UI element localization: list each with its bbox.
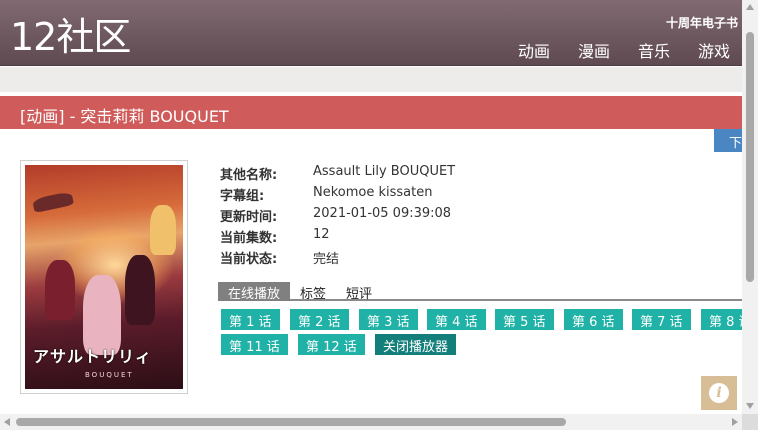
poster-jp-subtitle: BOUQUET — [85, 371, 134, 379]
scroll-right-arrow-icon[interactable] — [732, 418, 738, 426]
anime-poster: アサルトリリィ BOUQUET — [20, 160, 188, 394]
info-row-updated: 更新时间: 2021-01-05 09:39:08 — [220, 206, 455, 227]
tab-online-play[interactable]: 在线播放 — [218, 282, 291, 302]
horizontal-scrollbar[interactable] — [0, 414, 742, 430]
nav-item-games[interactable]: 游戏 — [698, 38, 730, 62]
poster-figure-5 — [31, 190, 75, 214]
scroll-up-arrow-icon[interactable] — [746, 4, 754, 10]
poster-figure-3 — [125, 255, 155, 325]
episode-button-8[interactable]: 第 8 话 — [701, 309, 742, 330]
site-header: 12社区 十周年电子书 动画 漫画 音乐 游戏 — [0, 0, 742, 66]
poster-jp-title: アサルトリリィ — [33, 347, 153, 366]
poster-image: アサルトリリィ BOUQUET — [25, 165, 183, 389]
main-nav: 动画 漫画 音乐 游戏 — [518, 38, 730, 62]
info-label: 当前集数: — [220, 231, 278, 246]
info-row-status: 当前状态: 完结 — [220, 248, 455, 269]
episode-button-11[interactable]: 第 11 话 — [221, 334, 288, 355]
info-value: 2021-01-05 09:39:08 — [313, 206, 452, 221]
scrollbar-corner — [742, 414, 758, 430]
nav-item-music[interactable]: 音乐 — [638, 38, 670, 62]
tab-reviews[interactable]: 短评 — [336, 282, 382, 302]
info-row-episode-count: 当前集数: 12 — [220, 227, 455, 248]
scroll-down-arrow-icon[interactable] — [746, 403, 754, 409]
info-label: 字幕组: — [220, 189, 265, 204]
scroll-left-arrow-icon[interactable] — [4, 418, 10, 426]
info-value: Assault Lily BOUQUET — [313, 164, 456, 179]
tab-tags[interactable]: 标签 — [290, 282, 336, 302]
episode-button-6[interactable]: 第 6 话 — [564, 309, 623, 330]
episode-button-4[interactable]: 第 4 话 — [427, 309, 486, 330]
page-title-bar: [动画] - 突击莉莉 BOUQUET — [0, 96, 742, 129]
info-icon: i — [709, 383, 729, 403]
info-label: 更新时间: — [220, 210, 278, 225]
vertical-scroll-thumb[interactable] — [746, 32, 754, 282]
episode-button-3[interactable]: 第 3 话 — [359, 309, 418, 330]
site-logo[interactable]: 12社区 — [10, 14, 131, 60]
episode-button-5[interactable]: 第 5 话 — [495, 309, 554, 330]
vertical-scrollbar[interactable] — [742, 0, 758, 414]
info-row-subgroup: 字幕组: Nekomoe kissaten — [220, 185, 455, 206]
info-row-alt-name: 其他名称: Assault Lily BOUQUET — [220, 164, 455, 185]
episode-button-12[interactable]: 第 12 话 — [298, 334, 365, 355]
poster-figure-4 — [150, 205, 176, 255]
anime-info: 其他名称: Assault Lily BOUQUET 字幕组: Nekomoe … — [220, 164, 455, 269]
poster-figure-1 — [45, 260, 75, 320]
info-value: 12 — [313, 227, 330, 242]
horizontal-scroll-thumb[interactable] — [16, 418, 566, 426]
info-value: Nekomoe kissaten — [313, 185, 433, 200]
info-label: 当前状态: — [220, 252, 278, 267]
sub-header-band — [0, 67, 742, 92]
nav-item-manga[interactable]: 漫画 — [578, 38, 610, 62]
anniversary-ebook-link[interactable]: 十周年电子书 — [666, 14, 738, 31]
episode-button-2[interactable]: 第 2 话 — [290, 309, 349, 330]
close-player-button[interactable]: 关闭播放器 — [375, 334, 457, 355]
info-label: 其他名称: — [220, 168, 278, 183]
episode-button-7[interactable]: 第 7 话 — [632, 309, 691, 330]
download-tab[interactable]: 下 — [714, 129, 742, 152]
page-viewport: 12社区 十周年电子书 动画 漫画 音乐 游戏 [动画] - 突击莉莉 BOUQ… — [0, 0, 742, 414]
episode-button-1[interactable]: 第 1 话 — [221, 309, 280, 330]
detail-tabs: 在线播放 标签 短评 — [218, 282, 742, 302]
nav-item-anime[interactable]: 动画 — [518, 38, 550, 62]
page-title: [动画] - 突击莉莉 BOUQUET — [20, 107, 229, 126]
info-float-button[interactable]: i — [701, 376, 737, 410]
info-value: 完结 — [313, 252, 340, 267]
